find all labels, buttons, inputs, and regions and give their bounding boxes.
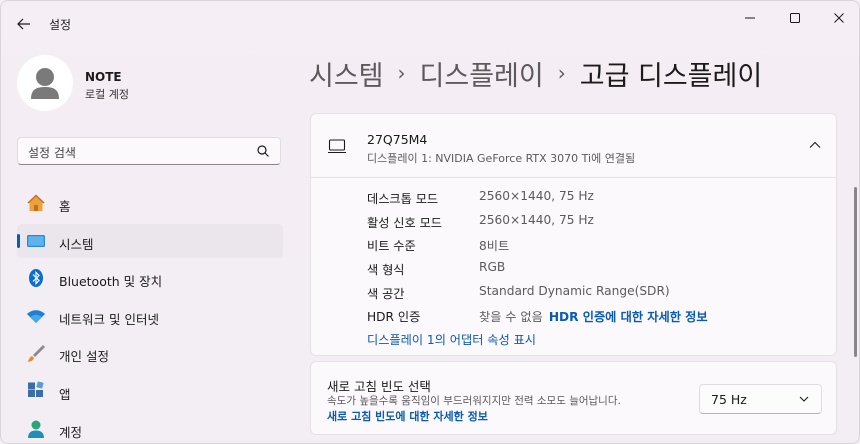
back-button[interactable] — [11, 11, 37, 37]
close-button[interactable] — [822, 7, 856, 29]
spec-value: 2560×1440, 75 Hz — [479, 212, 594, 227]
refresh-rate-info-link[interactable]: 새로 고침 빈도에 대한 자세한 정보 — [327, 408, 488, 424]
bluetooth-icon — [26, 268, 46, 288]
refresh-rate-select[interactable]: 75 Hz — [699, 384, 822, 414]
chevron-right-icon: › — [557, 61, 566, 85]
settings-window: 설정 NOTE 로컬 계정 설정 검색 홈 시스템 Bluetooth 및 장치… — [0, 0, 860, 444]
user-profile[interactable]: NOTE 로컬 계정 — [17, 55, 277, 115]
sidebar-nav: 홈 시스템 Bluetooth 및 장치 네트워크 및 인터넷 개인 설정 앱 … — [17, 186, 283, 443]
sidebar-item-bluetooth[interactable]: Bluetooth 및 장치 — [17, 261, 283, 295]
monitor-name: 27Q75M4 — [367, 132, 428, 147]
monitor-header[interactable]: 27Q75M4 디스플레이 1: NVIDIA GeForce RTX 3070… — [311, 114, 836, 178]
account-icon — [26, 419, 46, 439]
spec-label: 활성 신호 모드 — [367, 215, 443, 230]
minimize-button[interactable] — [733, 7, 767, 29]
sidebar-item-label: 네트워크 및 인터넷 — [59, 311, 159, 327]
close-icon — [834, 13, 844, 23]
arrow-left-icon — [17, 18, 30, 30]
monitor-description: 디스플레이 1: NVIDIA GeForce RTX 3070 Ti에 연결됨 — [367, 152, 636, 165]
sidebar-item-label: Bluetooth 및 장치 — [59, 274, 163, 290]
search-placeholder: 설정 검색 — [28, 146, 76, 160]
chevron-down-icon — [799, 396, 809, 402]
sidebar-item-label: 개인 설정 — [59, 349, 109, 365]
sidebar-item-apps[interactable]: 앱 — [17, 374, 283, 408]
spec-label: 색 공간 — [367, 286, 405, 301]
system-icon — [26, 231, 46, 251]
apps-icon — [26, 381, 46, 401]
wifi-icon — [26, 306, 46, 326]
maximize-icon — [790, 13, 800, 23]
spec-label: 비트 수준 — [367, 239, 416, 254]
search-icon — [257, 145, 269, 157]
sidebar-item-accounts[interactable]: 계정 — [17, 412, 283, 443]
spec-label: 색 형식 — [367, 263, 405, 278]
spec-value-hdr: 찾을 수 없음 HDR 인증에 대한 자세한 정보 — [479, 307, 708, 325]
hdr-status: 찾을 수 없음 — [479, 310, 543, 325]
monitor-icon — [328, 139, 346, 154]
breadcrumb: 시스템 › 디스플레이 › 고급 디스플레이 — [309, 53, 762, 93]
sidebar-item-label: 앱 — [59, 386, 71, 402]
sidebar-item-network[interactable]: 네트워크 및 인터넷 — [17, 299, 283, 333]
chevron-up-icon[interactable] — [808, 140, 822, 150]
scrollbar[interactable] — [854, 187, 857, 357]
monitor-info-card: 27Q75M4 디스플레이 1: NVIDIA GeForce RTX 3070… — [310, 113, 837, 356]
sidebar-item-home[interactable]: 홈 — [17, 186, 283, 220]
breadcrumb-system[interactable]: 시스템 — [309, 54, 384, 93]
spec-label: HDR 인증 — [367, 310, 421, 325]
breadcrumb-display[interactable]: 디스플레이 — [420, 54, 544, 93]
brush-icon — [26, 343, 46, 363]
sidebar-item-label: 계정 — [59, 424, 83, 440]
title-bar: 설정 — [1, 1, 859, 45]
spec-value: RGB — [479, 260, 506, 275]
user-avatar-icon — [31, 68, 59, 99]
hdr-info-link[interactable]: HDR 인증에 대한 자세한 정보 — [549, 310, 708, 324]
spec-label: 데스크톱 모드 — [367, 192, 439, 206]
sidebar-item-label: 홈 — [59, 199, 71, 214]
avatar — [17, 55, 73, 111]
app-title: 설정 — [49, 18, 72, 32]
search-input[interactable]: 설정 검색 — [17, 137, 281, 165]
home-icon — [26, 193, 46, 213]
page-title: 고급 디스플레이 — [579, 60, 763, 92]
sidebar-item-personalization[interactable]: 개인 설정 — [17, 336, 283, 370]
sidebar-item-label: 시스템 — [59, 236, 94, 252]
profile-account-type: 로컬 계정 — [85, 88, 129, 101]
spec-value: Standard Dynamic Range(SDR) — [479, 283, 670, 298]
refresh-rate-value: 75 Hz — [711, 392, 747, 407]
spec-value: 2560×1440, 75 Hz — [479, 189, 594, 203]
spec-value: 8비트 — [479, 239, 510, 254]
chevron-right-icon: › — [397, 61, 406, 85]
refresh-rate-description: 속도가 높을수록 움직임이 부드러워지지만 전력 소모도 늘어납니다. — [327, 395, 621, 407]
minimize-icon — [745, 17, 755, 19]
adapter-properties-link[interactable]: 디스플레이 1의 어댑터 속성 표시 — [367, 330, 536, 348]
profile-name: NOTE — [85, 70, 122, 84]
refresh-rate-card: 새로 고침 빈도 선택 속도가 높을수록 움직임이 부드러워지지만 전력 소모도… — [310, 361, 837, 435]
active-indicator — [17, 233, 20, 248]
sidebar-item-system[interactable]: 시스템 — [17, 223, 283, 258]
maximize-button[interactable] — [778, 7, 812, 29]
